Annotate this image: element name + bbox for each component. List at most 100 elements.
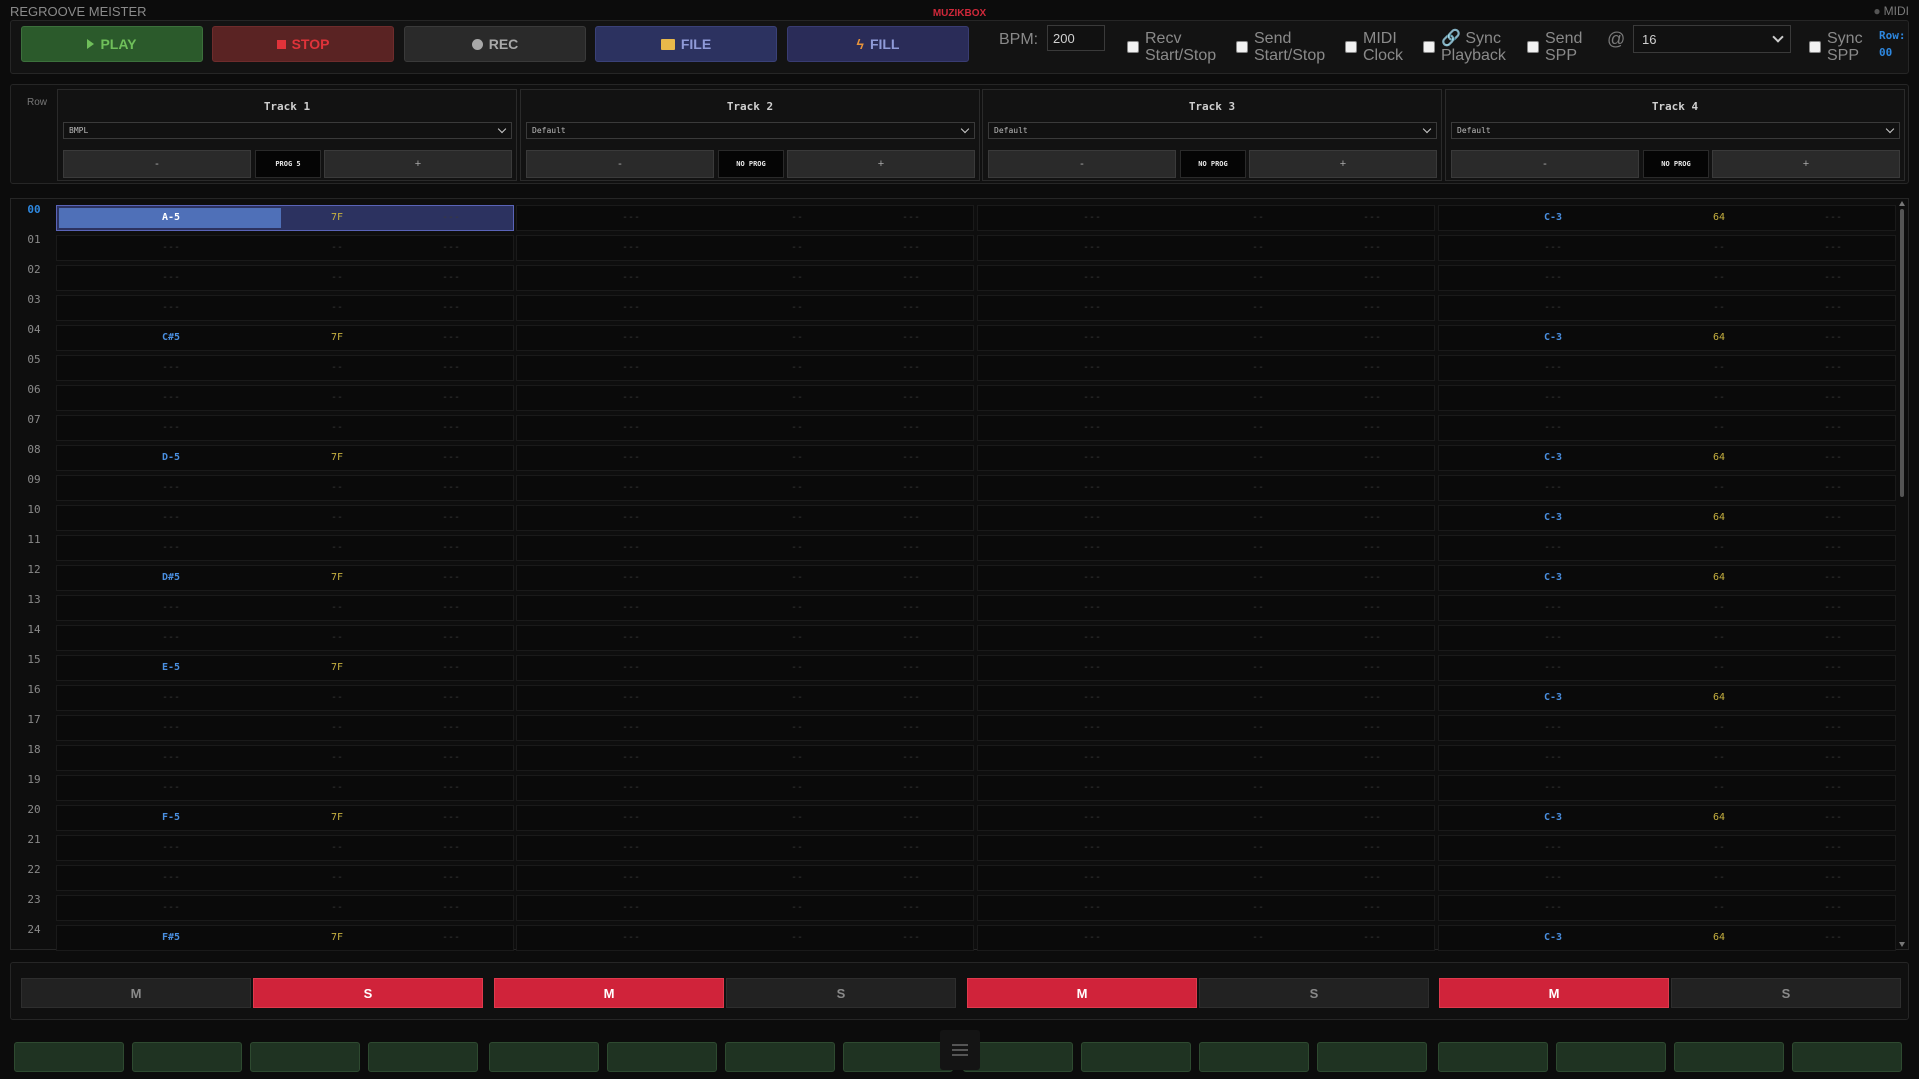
pattern-cell[interactable]: --- -- ---	[1438, 895, 1896, 921]
program-decrement-button[interactable]: -	[1451, 150, 1639, 178]
trigger-pad-11[interactable]	[1199, 1042, 1309, 1072]
program-increment-button[interactable]: +	[1712, 150, 1900, 178]
pattern-cell[interactable]: --- -- ---	[516, 415, 974, 441]
pattern-cell[interactable]: --- -- ---	[516, 745, 974, 771]
pattern-cell[interactable]: --- -- ---	[977, 745, 1435, 771]
pattern-cell[interactable]: --- -- ---	[1438, 415, 1896, 441]
pattern-cell[interactable]: C#5 7F ---	[56, 325, 514, 351]
pattern-cell[interactable]: --- -- ---	[516, 925, 974, 951]
pattern-cell[interactable]: --- -- ---	[977, 265, 1435, 291]
row-number[interactable]: 04	[11, 323, 57, 353]
pattern-cell[interactable]: D-5 7F ---	[56, 445, 514, 471]
pattern-cell[interactable]: --- -- ---	[1438, 265, 1896, 291]
trigger-pad-7[interactable]	[725, 1042, 835, 1072]
mute-button-track-4[interactable]: M	[1439, 978, 1669, 1008]
row-number[interactable]: 20	[11, 803, 57, 833]
pattern-cell[interactable]: --- -- ---	[56, 595, 514, 621]
row-number[interactable]: 01	[11, 233, 57, 263]
scrollbar-thumb[interactable]	[1900, 209, 1904, 497]
pattern-cell[interactable]: --- -- ---	[1438, 865, 1896, 891]
pattern-cell[interactable]: C-3 64 ---	[1438, 805, 1896, 831]
program-decrement-button[interactable]: -	[988, 150, 1176, 178]
pattern-cell[interactable]: --- -- ---	[56, 685, 514, 711]
pattern-cell[interactable]: --- -- ---	[56, 715, 514, 741]
sync-spp-checkbox[interactable]: Sync SPP	[1809, 21, 1863, 73]
file-button[interactable]: FILE	[595, 26, 777, 62]
pattern-cell[interactable]: --- -- ---	[977, 205, 1435, 231]
pattern-cell[interactable]: --- -- ---	[977, 325, 1435, 351]
row-number[interactable]: 22	[11, 863, 57, 893]
pattern-cell[interactable]: --- -- ---	[516, 445, 974, 471]
pattern-cell[interactable]: --- -- ---	[977, 835, 1435, 861]
pattern-cell[interactable]: --- -- ---	[1438, 385, 1896, 411]
pattern-cell[interactable]: --- -- ---	[516, 595, 974, 621]
drawer-handle[interactable]	[940, 1030, 980, 1070]
trigger-pad-1[interactable]	[14, 1042, 124, 1072]
trigger-pad-15[interactable]	[1674, 1042, 1784, 1072]
recv-start-stop-checkbox[interactable]: Recv Start/Stop	[1127, 21, 1216, 73]
pattern-cell[interactable]: --- -- ---	[516, 355, 974, 381]
pattern-cell[interactable]: --- -- ---	[516, 565, 974, 591]
pattern-cell[interactable]: --- -- ---	[977, 475, 1435, 501]
pattern-cell[interactable]: --- -- ---	[516, 715, 974, 741]
pattern-cell[interactable]: --- -- ---	[977, 235, 1435, 261]
program-increment-button[interactable]: +	[324, 150, 512, 178]
stop-button[interactable]: STOP	[212, 26, 394, 62]
solo-button-track-3[interactable]: S	[1199, 978, 1429, 1008]
play-button[interactable]: PLAY	[21, 26, 203, 62]
instrument-select[interactable]: BMPL	[63, 122, 512, 139]
row-number[interactable]: 12	[11, 563, 57, 593]
trigger-pad-3[interactable]	[250, 1042, 360, 1072]
pattern-cell[interactable]: --- -- ---	[1438, 235, 1896, 261]
pattern-cell[interactable]: --- -- ---	[1438, 625, 1896, 651]
pattern-cell[interactable]: --- -- ---	[56, 895, 514, 921]
pattern-cell[interactable]: --- -- ---	[977, 805, 1435, 831]
pattern-cell[interactable]: --- -- ---	[977, 685, 1435, 711]
row-number[interactable]: 07	[11, 413, 57, 443]
row-number[interactable]: 17	[11, 713, 57, 743]
pattern-cell[interactable]: --- -- ---	[56, 745, 514, 771]
pattern-cell[interactable]: --- -- ---	[1438, 595, 1896, 621]
row-number[interactable]: 23	[11, 893, 57, 923]
program-decrement-button[interactable]: -	[63, 150, 251, 178]
row-number[interactable]: 18	[11, 743, 57, 773]
pattern-cell[interactable]: --- -- ---	[1438, 295, 1896, 321]
trigger-pad-10[interactable]	[1081, 1042, 1191, 1072]
pattern-cell[interactable]: C-3 64 ---	[1438, 925, 1896, 951]
pattern-cell[interactable]: --- -- ---	[56, 415, 514, 441]
bpm-input[interactable]	[1047, 25, 1105, 51]
solo-button-track-2[interactable]: S	[726, 978, 956, 1008]
row-number[interactable]: 05	[11, 353, 57, 383]
pattern-cell[interactable]: --- -- ---	[977, 625, 1435, 651]
pattern-cell[interactable]: --- -- ---	[516, 865, 974, 891]
row-number[interactable]: 08	[11, 443, 57, 473]
pattern-cell[interactable]: --- -- ---	[56, 475, 514, 501]
instrument-select[interactable]: Default	[1451, 122, 1900, 139]
pattern-cell[interactable]: --- -- ---	[977, 595, 1435, 621]
pattern-cell[interactable]: --- -- ---	[516, 295, 974, 321]
checkbox-box[interactable]	[1809, 41, 1821, 53]
pattern-cell[interactable]: --- -- ---	[977, 895, 1435, 921]
pattern-cell[interactable]: --- -- ---	[977, 535, 1435, 561]
pattern-cell[interactable]: --- -- ---	[56, 295, 514, 321]
row-number[interactable]: 11	[11, 533, 57, 563]
midi-clock-checkbox[interactable]: MIDI Clock	[1345, 21, 1403, 73]
pattern-cell[interactable]: --- -- ---	[977, 355, 1435, 381]
mute-button-track-2[interactable]: M	[494, 978, 724, 1008]
mute-button-track-1[interactable]: M	[21, 978, 251, 1008]
row-number[interactable]: 19	[11, 773, 57, 803]
solo-button-track-1[interactable]: S	[253, 978, 483, 1008]
pattern-cell[interactable]: --- -- ---	[516, 235, 974, 261]
instrument-select[interactable]: Default	[988, 122, 1437, 139]
pattern-cell[interactable]: E-5 7F ---	[56, 655, 514, 681]
row-number[interactable]: 03	[11, 293, 57, 323]
send-spp-checkbox[interactable]: Send SPP	[1527, 21, 1582, 73]
instrument-select[interactable]: Default	[526, 122, 975, 139]
pattern-cell[interactable]: --- -- ---	[516, 805, 974, 831]
pattern-cell[interactable]: --- -- ---	[56, 775, 514, 801]
trigger-pad-16[interactable]	[1792, 1042, 1902, 1072]
checkbox-box[interactable]	[1236, 41, 1248, 53]
pattern-cell[interactable]: --- -- ---	[977, 865, 1435, 891]
program-increment-button[interactable]: +	[787, 150, 975, 178]
pattern-cell[interactable]: --- -- ---	[977, 415, 1435, 441]
